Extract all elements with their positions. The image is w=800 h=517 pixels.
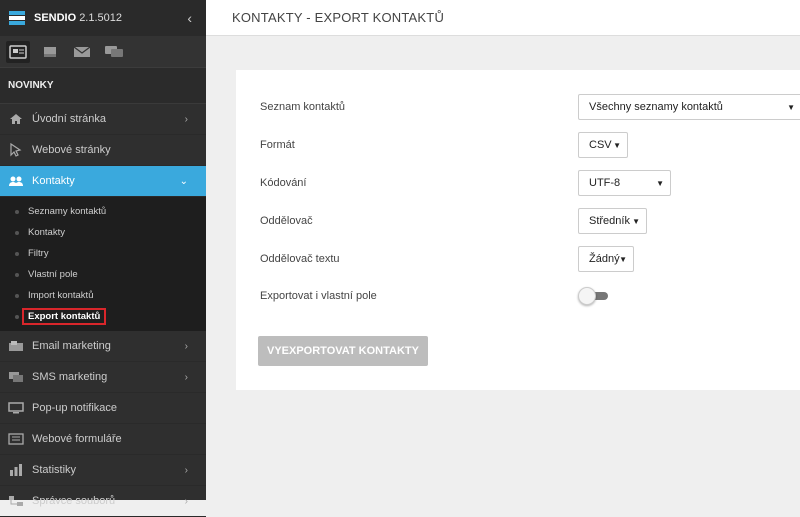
chat-icon[interactable] — [102, 41, 126, 63]
chevron-down-icon: ⌄ — [179, 175, 188, 187]
app-name: SENDIO — [34, 12, 77, 24]
caret-down-icon: ▼ — [619, 254, 627, 264]
sidebar: SENDIO 2.1.5012 ‹ NOVINKY Úvodní stránka… — [0, 0, 206, 517]
row-seznam-kontaktu: Seznam kontaktů Všechny seznamy kontaktů… — [260, 94, 800, 120]
export-contacts-button[interactable]: VYEXPORTOVAT KONTAKTY — [258, 336, 428, 366]
row-vlastni-pole: Exportovat i vlastní pole — [260, 287, 608, 305]
nav-bottom: Email marketing › SMS marketing › Pop-up… — [0, 331, 206, 517]
caret-down-icon: ▼ — [656, 178, 664, 188]
sidebar-item-label: Úvodní stránka — [32, 113, 106, 125]
chevron-right-icon: › — [184, 340, 188, 352]
sidebar-item-label: Správce souborů — [32, 495, 116, 507]
sidebar-item-statistiky[interactable]: Statistiky › — [0, 455, 206, 486]
format-select[interactable]: CSV ▼ — [578, 132, 628, 158]
sidebar-item-label: Webové stránky — [32, 144, 111, 156]
email-icon — [8, 339, 24, 353]
sidebar-item-label: SMS marketing — [32, 371, 108, 383]
sidebar-item-label: Email marketing — [32, 340, 111, 352]
sidebar-item-label: Pop-up notifikace — [32, 402, 117, 414]
submenu-item-import-kontaktu[interactable]: Import kontaktů — [0, 285, 206, 306]
submenu-item-export-kontaktu[interactable]: Export kontaktů — [0, 306, 206, 327]
separator-value: Středník — [589, 215, 630, 227]
format-value: CSV — [589, 139, 612, 151]
sidebar-item-label: Webové formuláře — [32, 433, 122, 445]
encoding-select[interactable]: UTF-8 ▼ — [578, 170, 671, 196]
folder-tree-icon — [8, 494, 24, 508]
caret-down-icon: ▼ — [632, 216, 640, 226]
sidebar-item-label: Statistiky — [32, 464, 77, 476]
contact-list-select[interactable]: Všechny seznamy kontaktů ▼ — [578, 94, 800, 120]
submenu-item-seznamy-kontaktu[interactable]: Seznamy kontaktů — [0, 201, 206, 222]
export-form-panel: Seznam kontaktů Všechny seznamy kontaktů… — [236, 70, 800, 390]
chevron-right-icon: › — [184, 113, 188, 125]
kontakty-submenu: Seznamy kontaktů Kontakty Filtry Vlastní… — [0, 197, 206, 331]
caret-down-icon: ▼ — [613, 140, 621, 150]
sidebar-item-webove-formulare[interactable]: Webové formuláře — [0, 424, 206, 455]
nav-top: Úvodní stránka › Webové stránky Kontakty… — [0, 104, 206, 197]
newspaper-icon[interactable] — [6, 40, 30, 63]
cursor-icon — [8, 143, 24, 157]
submenu-item-kontakty[interactable]: Kontakty — [0, 222, 206, 243]
encoding-value: UTF-8 — [589, 177, 621, 189]
custom-fields-label: Exportovat i vlastní pole — [260, 290, 377, 302]
form-icon — [8, 432, 24, 446]
row-oddelovac-textu: Oddělovač textu Žádný ▼ — [260, 246, 634, 272]
sidebar-item-sms-marketing[interactable]: SMS marketing › — [0, 362, 206, 393]
text-separator-label: Oddělovač textu — [260, 253, 340, 265]
sidebar-item-webove-stranky[interactable]: Webové stránky — [0, 135, 206, 166]
row-oddelovac: Oddělovač Středník ▼ — [260, 208, 647, 234]
custom-fields-toggle[interactable] — [578, 287, 608, 305]
sidebar-item-uvodni-stranka[interactable]: Úvodní stránka › — [0, 104, 206, 135]
inbox-icon[interactable] — [38, 41, 62, 63]
sidebar-item-label: Kontakty — [32, 175, 75, 187]
monitor-icon — [8, 401, 24, 415]
sidebar-iconbar — [0, 36, 206, 68]
format-label: Formát — [260, 139, 295, 151]
row-format: Formát CSV ▼ — [260, 132, 628, 158]
text-separator-select[interactable]: Žádný ▼ — [578, 246, 634, 272]
sidebar-item-spravce-souboru[interactable]: Správce souborů › — [0, 486, 206, 517]
sms-icon — [8, 370, 24, 384]
contact-list-value: Všechny seznamy kontaktů — [589, 101, 723, 113]
envelope-icon[interactable] — [70, 41, 94, 63]
submenu-item-filtry[interactable]: Filtry — [0, 243, 206, 264]
encoding-label: Kódování — [260, 177, 307, 189]
chevron-right-icon: › — [184, 464, 188, 476]
section-novinky[interactable]: NOVINKY — [0, 68, 206, 104]
brand-header: SENDIO 2.1.5012 ‹ — [0, 0, 206, 36]
submenu-item-label: Export kontaktů — [22, 308, 107, 325]
page-header: KONTAKTY - EXPORT KONTAKTŮ — [206, 0, 800, 36]
list-label: Seznam kontaktů — [260, 101, 345, 113]
toggle-knob — [578, 287, 596, 305]
caret-down-icon: ▼ — [787, 102, 795, 112]
separator-select[interactable]: Středník ▼ — [578, 208, 647, 234]
home-icon — [8, 112, 24, 126]
sidebar-item-popup-notifikace[interactable]: Pop-up notifikace — [0, 393, 206, 424]
separator-label: Oddělovač — [260, 215, 313, 227]
submenu-item-vlastni-pole[interactable]: Vlastní pole — [0, 264, 206, 285]
app-version: 2.1.5012 — [79, 12, 123, 24]
chevron-right-icon: › — [184, 495, 188, 507]
collapse-sidebar-icon[interactable]: ‹ — [187, 10, 192, 26]
sidebar-item-kontakty[interactable]: Kontakty ⌄ — [0, 166, 206, 197]
page-title: KONTAKTY - EXPORT KONTAKTŮ — [232, 10, 445, 25]
text-separator-value: Žádný — [589, 253, 620, 265]
sendio-logo-icon — [9, 11, 25, 25]
users-icon — [8, 174, 24, 188]
sidebar-item-email-marketing[interactable]: Email marketing › — [0, 331, 206, 362]
chevron-right-icon: › — [184, 371, 188, 383]
row-kodovani: Kódování UTF-8 ▼ — [260, 170, 671, 196]
bar-chart-icon — [8, 463, 24, 477]
